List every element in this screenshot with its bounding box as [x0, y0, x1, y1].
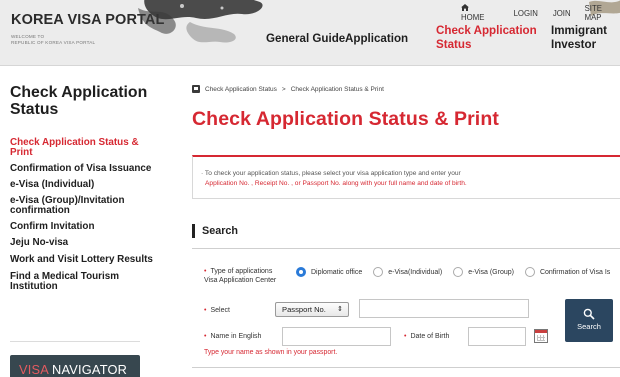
notice-line2: Application No. , Receipt No. , or Passp… [205, 179, 467, 187]
home-icon [461, 4, 469, 11]
home-link-label: HOME [461, 13, 485, 22]
required-marker: • [204, 307, 207, 314]
nav-immigrant-investor-line2: Investor [551, 38, 597, 51]
login-link[interactable]: LOGIN [514, 9, 538, 18]
id-type-select-value: Passport No. [282, 305, 326, 314]
select-label-text: Select [210, 307, 230, 314]
search-button[interactable]: Search [565, 299, 613, 342]
sidebar-item-evisa-group[interactable]: e-Visa (Group)/Invitation confirmation [10, 196, 160, 216]
search-icon [583, 308, 595, 320]
name-label: • Name in English [204, 332, 261, 341]
application-type-radio-group: Diplomatic office e-Visa(Individual) e-V… [296, 267, 620, 277]
breadcrumb-item-2: Check Application Status & Print [290, 85, 384, 93]
sidebar-title: Check Application Status [10, 84, 148, 118]
search-section-title: Search [202, 225, 239, 237]
radio-evisa-group-label: e-Visa (Group) [468, 268, 514, 276]
nav-check-application-status[interactable]: Check Application Status [436, 24, 537, 52]
nav-immigrant-investor[interactable]: Immigrant Investor [551, 24, 607, 52]
radio-diplomatic-office[interactable]: Diplomatic office [296, 267, 362, 277]
calendar-icon[interactable] [534, 329, 548, 343]
radio-evisa-individual[interactable]: e-Visa(Individual) [373, 267, 442, 277]
sidebar-item-confirm-invitation[interactable]: Confirm Invitation [10, 222, 160, 232]
instruction-notice: · To check your application status, plea… [192, 155, 620, 199]
required-marker: • [204, 268, 207, 275]
name-label-text: Name in English [210, 333, 262, 340]
required-marker: • [204, 333, 207, 340]
radio-evisa-individual-label: e-Visa(Individual) [388, 268, 443, 276]
radio-button[interactable] [373, 267, 384, 277]
join-link[interactable]: JOIN [553, 9, 571, 18]
select-label: • Select [204, 306, 230, 315]
site-header: KOREA VISA PORTAL WELCOME TO REPUBLIC OF… [0, 0, 620, 66]
sidebar-item-confirmation-visa-issuance[interactable]: Confirmation of Visa Issuance [10, 164, 160, 174]
ink-brush-decoration [138, 0, 263, 43]
id-type-select[interactable]: Passport No. ⇕ [275, 302, 349, 317]
section-bar [192, 224, 195, 238]
visa-navigator-banner[interactable]: VISA NAVIGATOR [10, 355, 140, 377]
sidebar-item-evisa-individual[interactable]: e-Visa (Individual) [10, 180, 160, 190]
sitemap-link[interactable]: SITE MAP [585, 4, 620, 22]
required-marker: • [404, 333, 407, 340]
select-arrows-icon: ⇕ [337, 306, 343, 313]
page-title: Check Application Status & Print [192, 108, 499, 130]
breadcrumb: Check Application Status > Check Applica… [192, 85, 384, 93]
breadcrumb-item-1[interactable]: Check Application Status [205, 86, 277, 93]
breadcrumb-separator: > [281, 85, 286, 93]
nav-application[interactable]: Application [345, 32, 408, 46]
date-of-birth-input[interactable] [468, 327, 526, 346]
radio-button[interactable] [524, 267, 535, 277]
radio-confirmation-visa-issuance-label: Confirmation of Visa Is [539, 268, 611, 276]
dob-label: • Date of Birth [404, 332, 449, 341]
sidebar-menu: Check Application Status & Print Confirm… [10, 138, 160, 298]
radio-evisa-group[interactable]: e-Visa (Group) [453, 267, 514, 277]
visa-navigator-word2: NAVIGATOR [52, 362, 128, 377]
notice-line1: · To check your application status, plea… [201, 170, 461, 177]
application-type-label-line1: Type of applications [210, 268, 273, 275]
search-button-label: Search [577, 322, 601, 331]
nav-check-application-status-line2: Status [436, 38, 472, 51]
visa-navigator-word1: VISA [19, 362, 49, 377]
sidebar-item-work-visit-lottery[interactable]: Work and Visit Lottery Results [10, 255, 160, 265]
nav-immigrant-investor-line1: Immigrant [551, 24, 608, 37]
name-hint: Type your name as shown in your passport… [204, 349, 338, 356]
nav-general-guide[interactable]: General Guide [266, 32, 345, 46]
dob-label-text: Date of Birth [410, 333, 450, 340]
id-number-input[interactable] [359, 299, 529, 318]
search-section-header: Search [192, 224, 238, 238]
search-form: • Type of applications Visa Application C… [192, 248, 620, 368]
application-type-label: • Type of applications Visa Application C… [204, 267, 294, 285]
nav-check-application-status-line1: Check Application [436, 24, 537, 37]
sidebar-item-check-status-print[interactable]: Check Application Status & Print [10, 138, 160, 158]
radio-button[interactable] [453, 267, 464, 277]
radio-diplomatic-office-label: Diplomatic office [311, 268, 363, 276]
utility-nav: HOME LOGIN JOIN SITE MAP [461, 4, 620, 22]
application-type-label-line2: Visa Application Center [204, 277, 277, 284]
name-english-input[interactable] [282, 327, 391, 346]
sidebar-divider [10, 341, 140, 342]
home-square-icon [192, 85, 200, 93]
home-link[interactable]: HOME [461, 4, 497, 22]
sidebar-item-medical-tourism[interactable]: Find a Medical Tourism Institution [10, 272, 160, 292]
radio-confirmation-visa-issuance[interactable]: Confirmation of Visa Is [524, 267, 611, 277]
radio-button-selected[interactable] [296, 267, 306, 277]
sidebar-item-jeju-no-visa[interactable]: Jeju No-visa [10, 238, 160, 248]
